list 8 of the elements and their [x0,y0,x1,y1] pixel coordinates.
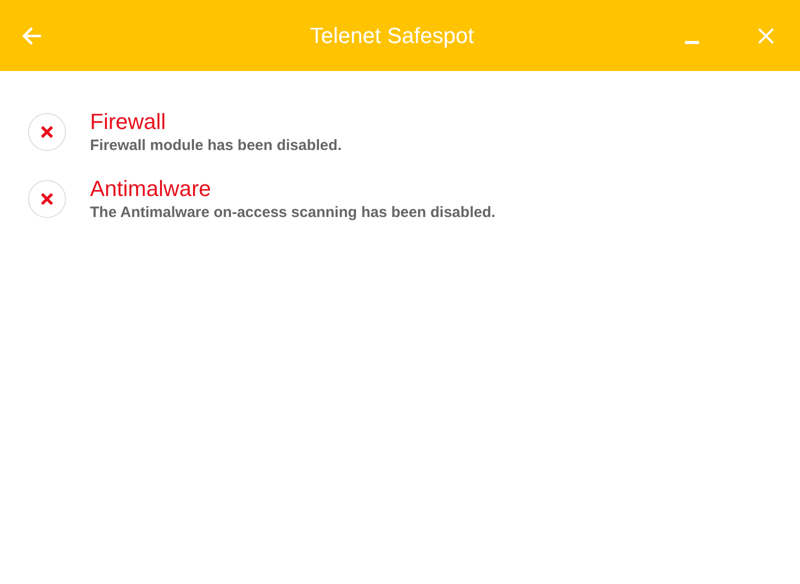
window-title: Telenet Safespot [309,22,475,48]
close-icon [757,26,775,44]
back-arrow-icon [21,26,43,46]
module-name: Antimalware [90,176,212,202]
module-message: Firewall module has been disabled. [90,137,342,154]
module-name: Firewall [90,109,167,135]
module-message: The Antimalware on-access scanning has been disabled. [90,204,496,221]
minimize-icon [685,41,699,44]
